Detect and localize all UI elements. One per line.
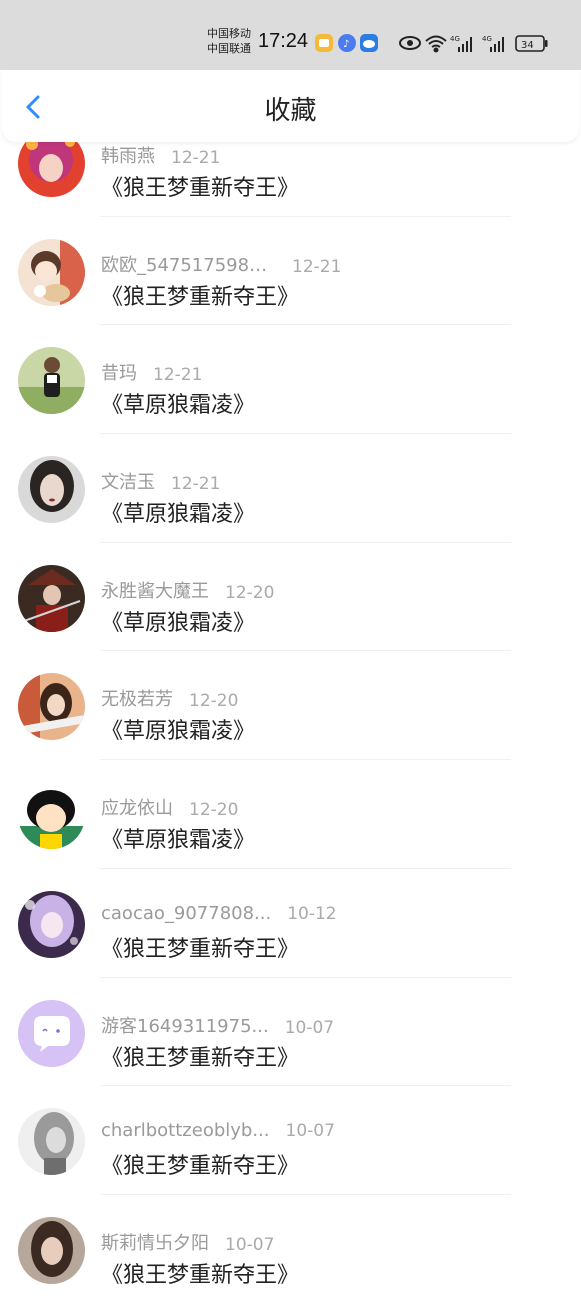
item-meta: 韩雨燕 12-21 [101,142,220,168]
clock: 17:24 [258,30,309,52]
book-title: 《草原狼霜凌》 [101,719,256,745]
item-date: 12-20 [189,800,239,821]
user-name: 无极若芳 [101,689,173,711]
book-title: 《狼王梦重新夺王》 [101,284,300,310]
book-title: 《草原狼霜凌》 [101,828,256,854]
book-title: 《狼王梦重新夺王》 [101,1262,300,1288]
system-icons: 4G 4G 34 [398,30,558,56]
user-name: 欧欧_5475175984... [101,254,276,276]
book-title: 《狼王梦重新夺王》 [101,176,300,201]
book-title: 《狼王梦重新夺王》 [101,936,300,962]
user-name: 昔玛 [101,363,137,385]
book-title: 《狼王梦重新夺王》 [101,1045,300,1071]
svg-text:♪: ♪ [343,39,349,50]
item-date: 10-07 [225,1234,275,1255]
user-name: charlbottzeoblyb... [101,1120,270,1142]
status-bar: 中国移动 中国联通 17:24 ♪ 4G 4G 34 [0,0,581,70]
network-type-2: 4G [482,35,492,43]
music-app-icon: ♪ [338,34,356,52]
item-meta: charlbottzeoblyb... 10-07 [101,1120,335,1141]
avatar[interactable] [18,673,85,741]
avatar[interactable] [18,1216,85,1284]
app-notification-icon [315,34,333,52]
network-type-1: 4G [450,35,460,43]
cloud-app-icon [360,34,378,52]
avatar[interactable] [18,456,85,524]
item-meta: 游客1649311975... 10-07 [101,1012,334,1038]
avatar[interactable] [18,347,85,415]
item-date: 10-07 [284,1017,335,1038]
item-meta: caocao_9077808... 10-12 [101,903,337,924]
book-title: 《草原狼霜凌》 [101,610,256,636]
list-item[interactable]: caocao_9077808... 10-12 《狼王梦重新夺王》 [0,869,581,978]
carrier-1: 中国移动 [207,27,251,40]
item-date: 12-21 [292,256,342,277]
item-meta: 文洁玉 12-21 [101,468,220,494]
book-title: 《草原狼霜凌》 [101,502,256,528]
list-item[interactable]: 欧欧_5475175984... 12-21 《狼王梦重新夺王》 [0,217,581,326]
item-date: 12-20 [189,691,239,712]
item-date: 12-20 [225,582,275,603]
avatar[interactable] [18,238,85,306]
item-meta: 无极若芳 12-20 [101,685,238,711]
item-meta: 斯莉情卐夕阳 10-07 [101,1229,274,1255]
item-meta: 永胜酱大魔王 12-20 [101,577,274,603]
item-date: 12-21 [171,148,221,168]
eye-icon [399,36,421,50]
battery-level: 34 [521,40,534,51]
user-name: caocao_9077808... [101,902,272,924]
avatar[interactable] [18,890,85,958]
list-item[interactable]: 昔玛 12-21 《草原狼霜凌》 [0,325,581,435]
avatar[interactable] [18,1108,85,1176]
avatar[interactable] [18,564,85,632]
header: 收藏 [2,70,579,142]
carrier-2: 中国联通 [207,42,251,55]
avatar[interactable] [18,999,85,1067]
carrier-labels: 中国移动 中国联通 [207,26,251,56]
user-name: 游客1649311975... [101,1015,269,1037]
item-date: 12-21 [171,474,221,495]
signal-icon [490,37,504,52]
item-date: 10-07 [285,1121,335,1142]
list-item[interactable]: 文洁玉 12-21 《草原狼霜凌》 [0,434,581,543]
book-title: 《草原狼霜凌》 [101,393,256,419]
user-name: 斯莉情卐夕阳 [101,1232,209,1254]
user-name: 永胜酱大魔王 [101,580,209,602]
book-title: 《狼王梦重新夺王》 [101,1154,300,1180]
list-item[interactable]: 应龙依山 12-20 《草原狼霜凌》 [0,760,581,869]
user-name: 应龙依山 [101,798,173,820]
item-date: 12-21 [153,365,203,386]
item-meta: 应龙依山 12-20 [101,794,238,820]
item-meta: 欧欧_5475175984... 12-21 [101,251,341,277]
list-item[interactable]: 游客1649311975... 10-07 《狼王梦重新夺王》 [0,978,581,1087]
list-item[interactable]: 无极若芳 12-20 《草原狼霜凌》 [0,651,581,761]
avatar[interactable] [18,782,85,850]
page-title: 收藏 [264,96,317,126]
battery-icon: 34 [515,35,548,52]
list-item[interactable]: 永胜酱大魔王 12-20 《草原狼霜凌》 [0,543,581,652]
item-date: 10-12 [287,903,337,924]
signal-icon [458,37,472,52]
list-item[interactable]: charlbottzeoblyb... 10-07 《狼王梦重新夺王》 [0,1086,581,1195]
user-name: 韩雨燕 [101,146,155,167]
list-item[interactable]: 斯莉情卐夕阳 10-07 《狼王梦重新夺王》 [0,1195,581,1304]
favorites-list: 韩雨燕 12-21 《狼王梦重新夺王》 欧欧_5475175984... 12-21… [0,108,581,1304]
item-meta: 昔玛 12-21 [101,359,202,385]
user-name: 文洁玉 [101,472,155,494]
wifi-icon [425,35,447,53]
